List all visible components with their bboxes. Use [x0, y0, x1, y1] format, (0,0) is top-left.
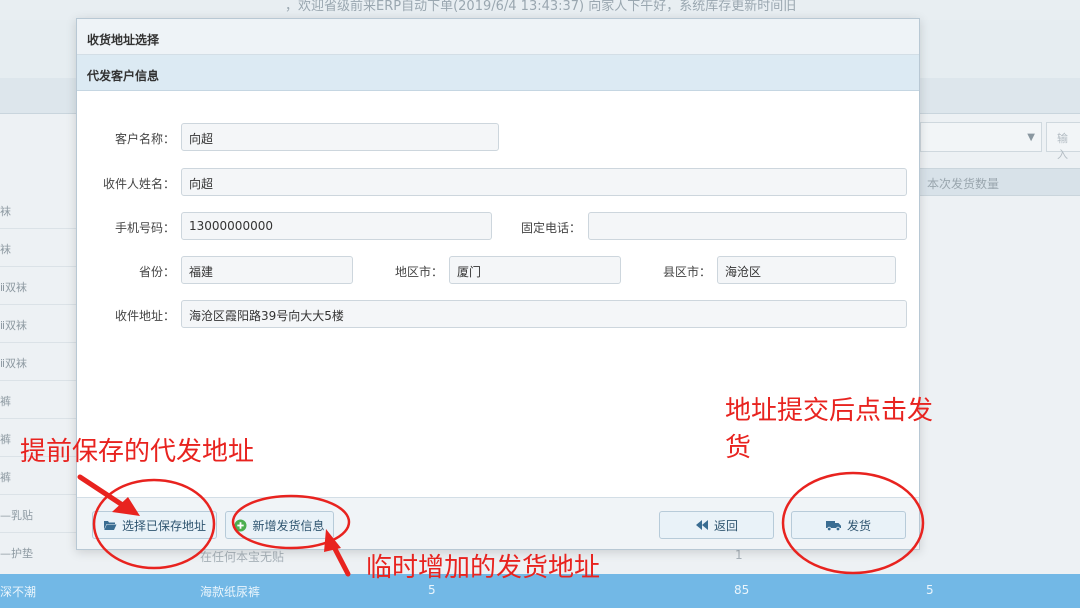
customer-name-label: 客户名称： [114, 132, 175, 146]
dialog-footer: 选择已保存地址 新增发货信息 返回 发货 [77, 497, 919, 549]
row-divider [0, 342, 80, 343]
annotation-ship-line1: 地址提交后点击发 [725, 396, 934, 426]
row-label: 袜 [0, 243, 11, 256]
mobile-label: 手机号码： [114, 221, 175, 235]
county-field[interactable]: 海沧区 [717, 256, 896, 284]
row-label: ⅱ双袜 [0, 319, 28, 332]
row-divider [0, 532, 80, 533]
background-select[interactable]: ▼ [920, 122, 1042, 152]
caret-down-icon: ▼ [1027, 132, 1035, 143]
back-button[interactable]: 返回 [659, 511, 774, 539]
background-input[interactable]: 输入 [1046, 122, 1080, 161]
phone-field[interactable] [588, 212, 907, 240]
choose-saved-address-label: 选择已保存地址 [121, 518, 206, 533]
background-top-bar: ，欢迎省级前来ERP自动下单(2019/6/4 13:43:37) 向家人下午好… [0, 0, 1080, 20]
table-cell: 5 [926, 583, 934, 597]
row-label: 裤 [0, 395, 11, 408]
province-field[interactable]: 福建 [181, 256, 353, 284]
city-label: 地区市： [394, 265, 443, 279]
row-label: 裤 [0, 433, 11, 446]
table-cell: 85 [734, 583, 750, 597]
row-divider [0, 494, 80, 495]
folder-open-icon [103, 521, 117, 530]
add-shipping-info-button[interactable]: 新增发货信息 [225, 511, 334, 539]
backward-icon [695, 520, 708, 530]
welcome-text: ，欢迎省级前来ERP自动下单(2019/6/4 13:43:37) 向家人下午好… [285, 0, 797, 14]
add-shipping-info-label: 新增发货信息 [252, 518, 325, 533]
row-divider [0, 380, 80, 381]
row-label: ⅱ双袜 [0, 281, 28, 294]
row-divider [0, 228, 80, 229]
address-select-dialog: 收货地址选择 代发客户信息 客户名称： 向超 收件人姓名： 向超 手机号码： 1… [76, 18, 920, 550]
county-label: 县区市： [662, 265, 711, 279]
annotation-ship-line2: 货 [725, 433, 752, 463]
receiver-name-label: 收件人姓名： [102, 177, 175, 191]
dialog-title: 收货地址选择 [77, 19, 919, 55]
annotation-temp-address: 临时增加的发货地址 [366, 553, 601, 583]
back-label: 返回 [713, 518, 738, 533]
row-label: 裤 [0, 471, 11, 484]
receiver-name-field[interactable]: 向超 [181, 168, 907, 196]
section-title: 代发客户信息 [77, 55, 919, 91]
column-header-ship-qty: 本次发货数量 [927, 177, 1000, 191]
ship-label: 发货 [846, 518, 871, 533]
plus-circle-icon [234, 519, 247, 531]
province-label: 省份： [138, 265, 175, 279]
ship-button[interactable]: 发货 [791, 511, 906, 539]
city-field[interactable]: 厦门 [449, 256, 621, 284]
customer-name-field[interactable]: 向超 [181, 123, 499, 151]
truck-icon [825, 520, 841, 531]
row-label: —护垫 [0, 547, 33, 560]
background-table-header: 本次发货数量 [918, 168, 1080, 196]
address-label: 收件地址： [114, 309, 175, 323]
row-divider [0, 304, 80, 305]
mobile-field[interactable]: 13000000000 [181, 212, 492, 240]
address-field[interactable]: 海沧区霞阳路39号向大大5楼 [181, 300, 907, 328]
row-divider [0, 266, 80, 267]
table-cell: 深不潮 [0, 585, 37, 599]
phone-label: 固定电话： [520, 221, 581, 235]
row-divider [0, 418, 80, 419]
row-label: ⅱ双袜 [0, 357, 28, 370]
background-cell-number: 1 [735, 548, 743, 562]
annotation-saved-address: 提前保存的代发地址 [20, 437, 255, 467]
choose-saved-address-button[interactable]: 选择已保存地址 [92, 511, 217, 539]
background-cell-text: 在任何本宝无贴 [200, 550, 285, 564]
row-label: 袜 [0, 205, 11, 218]
row-label: —乳贴 [0, 509, 33, 522]
table-cell: 海款纸尿裤 [200, 585, 261, 599]
